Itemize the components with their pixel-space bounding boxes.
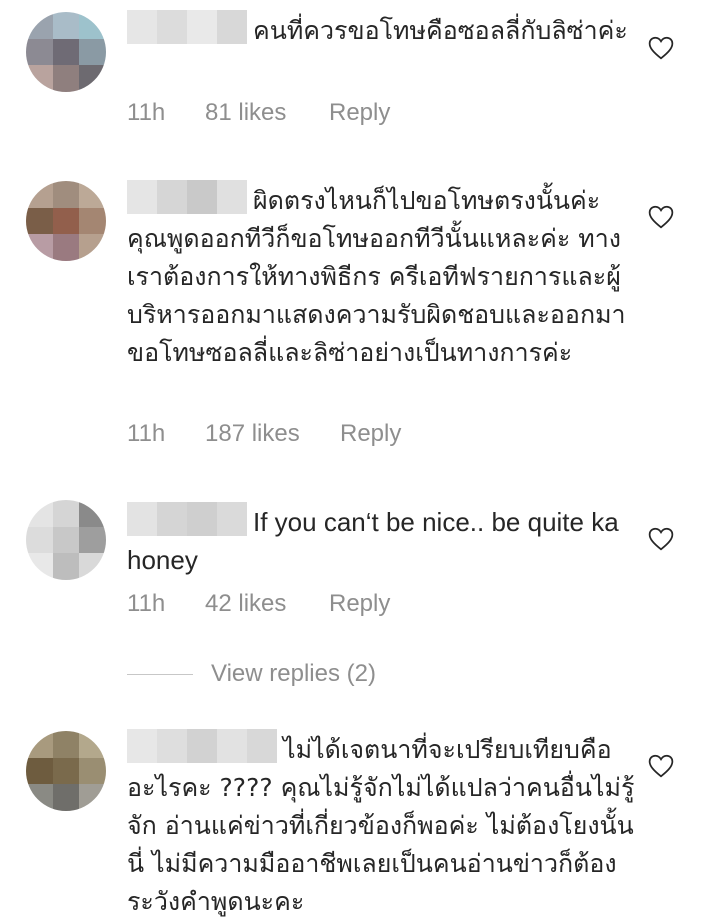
username[interactable] [127,729,277,763]
comment-body-text: คนที่ควรขอโทษคือซอลลี่กับลิซ่าค่ะ [253,16,628,45]
avatar[interactable] [26,500,106,580]
comment-text: ผิดตรงไหนก็ไปขอโทษตรงนั้นค่ะ คุณพูดออกที… [127,180,637,372]
avatar[interactable] [26,12,106,92]
comment-meta: 11h 187 likes Reply [127,419,401,449]
comment-text: ไม่ได้เจตนาที่จะเปรียบเทียบคืออะไรคะ ???… [127,729,637,921]
heart-icon[interactable] [648,205,674,229]
reply-button[interactable]: Reply [340,419,401,449]
username[interactable] [127,10,247,44]
likes-count[interactable]: 42 likes [205,589,329,619]
reply-button[interactable]: Reply [329,589,390,619]
comment-time: 11h [127,99,166,126]
avatar[interactable] [26,181,106,261]
view-replies-label: View replies (2) [211,660,376,687]
comment-meta: 11h 81 likes Reply [127,98,390,128]
comment-meta: 11h 42 likes Reply [127,589,390,619]
heart-icon[interactable] [648,36,674,60]
likes-count[interactable]: 187 likes [205,419,340,449]
heart-icon[interactable] [648,527,674,551]
comment-text: คนที่ควรขอโทษคือซอลลี่กับลิซ่าค่ะ [127,10,637,50]
heart-icon[interactable] [648,754,674,778]
divider-line [127,673,193,675]
comment-text: If you can‘t be nice.. be quite ka honey [127,502,637,579]
username[interactable] [127,180,247,214]
view-replies-button[interactable]: View replies (2) [127,658,376,690]
comment-time: 11h [127,420,166,447]
likes-count[interactable]: 81 likes [205,98,329,128]
avatar[interactable] [26,731,106,811]
reply-button[interactable]: Reply [329,98,390,128]
comment-time: 11h [127,590,166,617]
username[interactable] [127,502,247,536]
